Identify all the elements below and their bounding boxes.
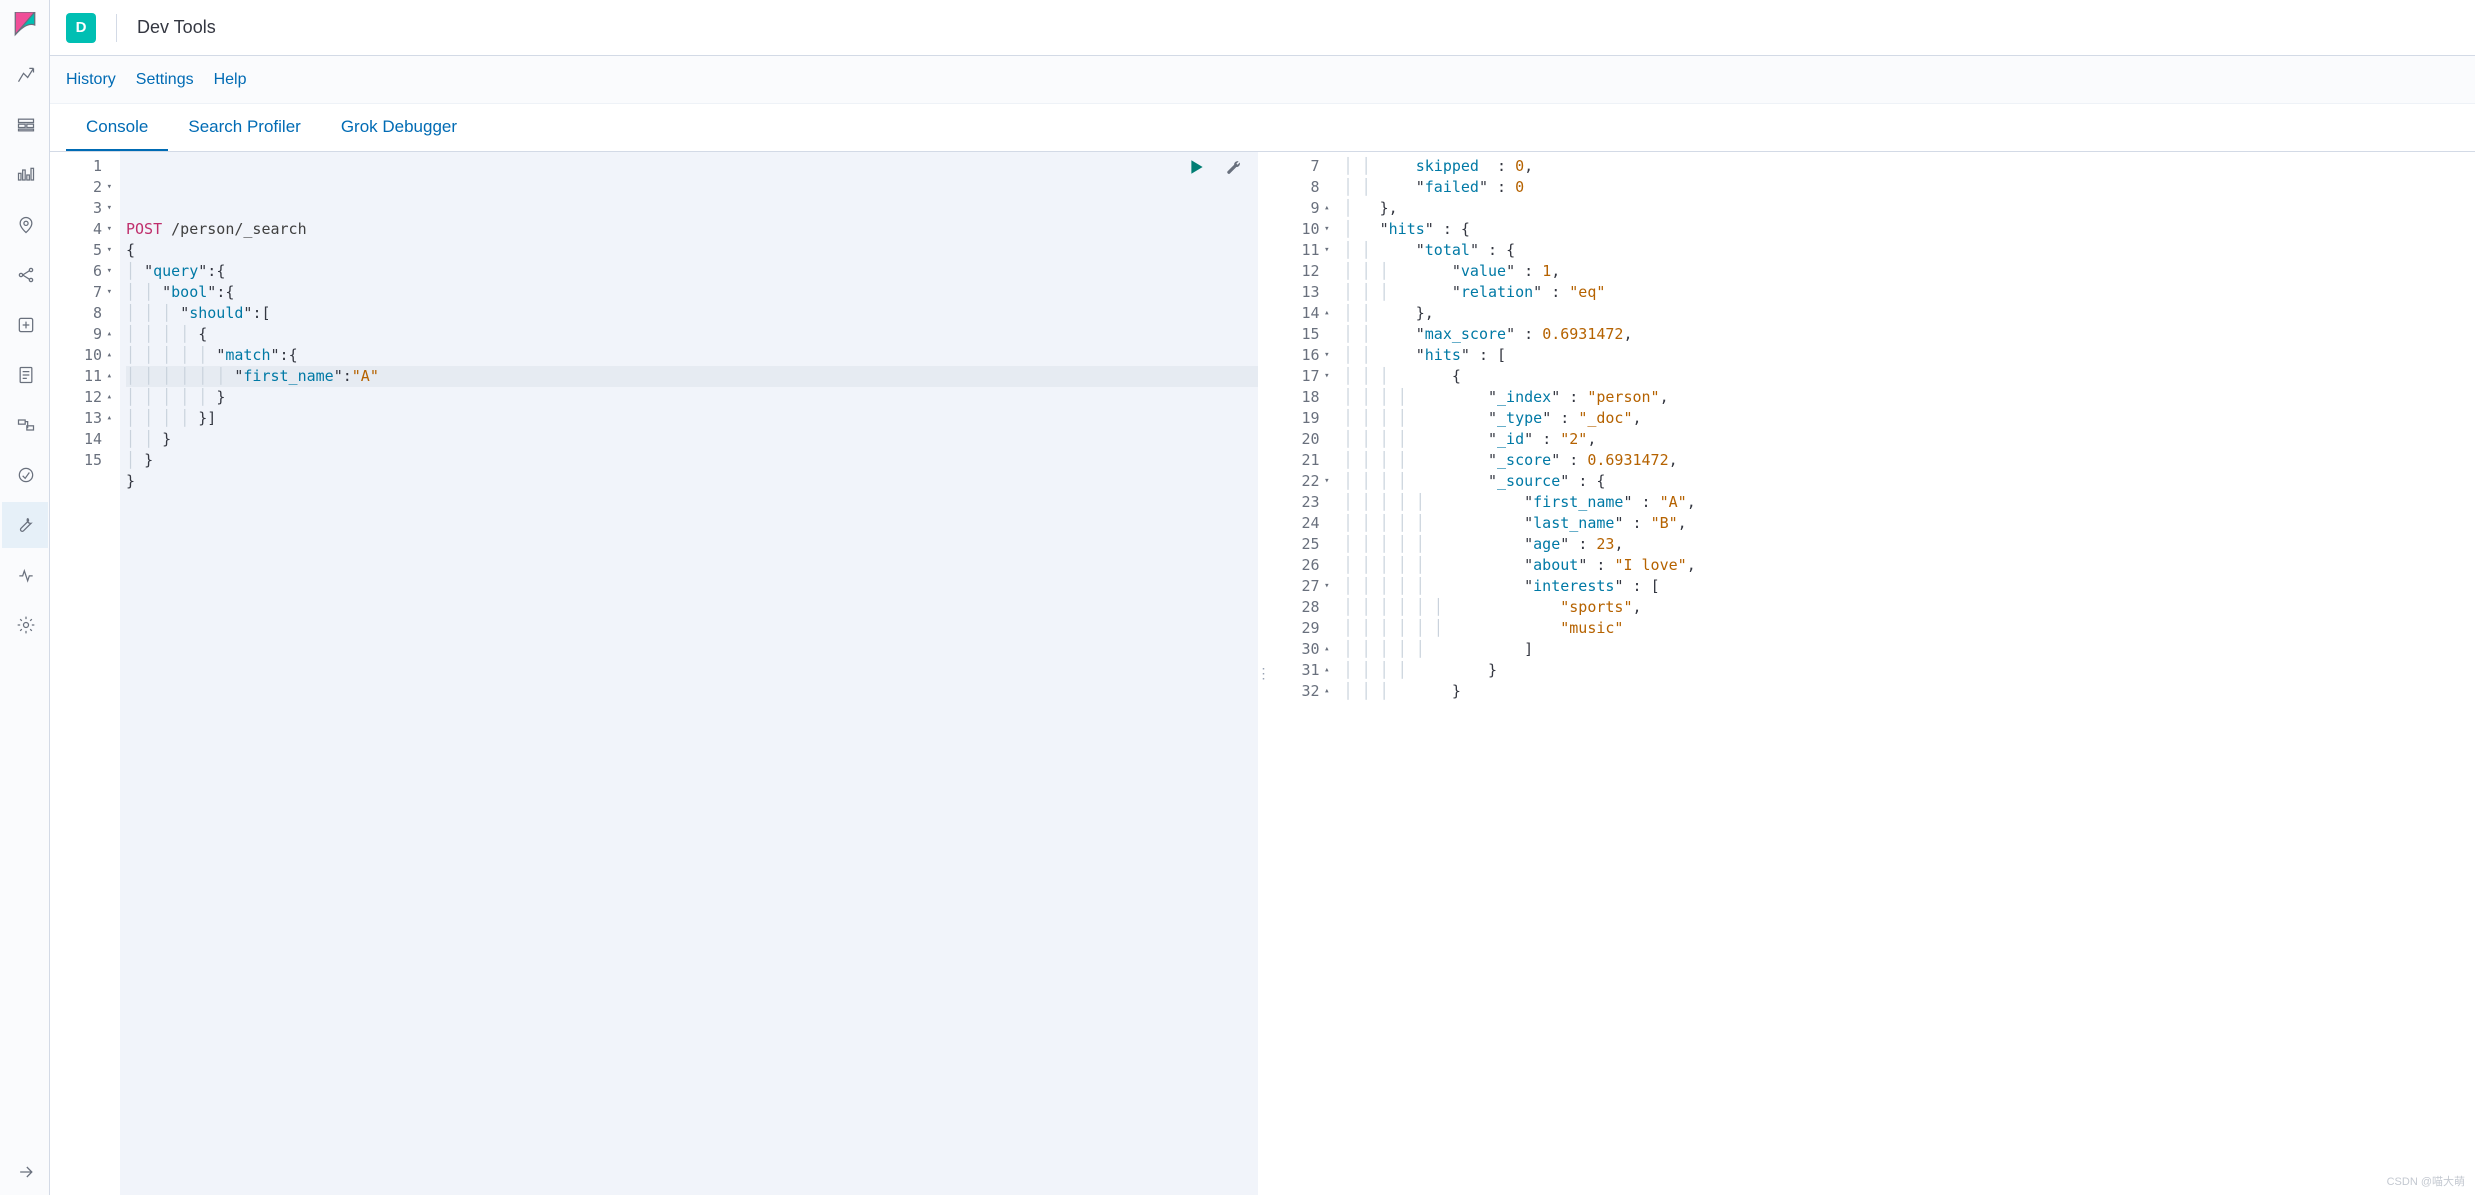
- nav-discover-icon[interactable]: [2, 52, 48, 98]
- nav-collapse-icon[interactable]: [2, 1149, 48, 1195]
- tabs: Console Search Profiler Grok Debugger: [50, 104, 2475, 152]
- nav-uptime-icon[interactable]: [2, 452, 48, 498]
- nav-metrics-icon[interactable]: [2, 302, 48, 348]
- tab-console[interactable]: Console: [66, 105, 168, 151]
- nav-maps-icon[interactable]: [2, 202, 48, 248]
- response-pane: 789▴10▾11▾121314▴1516▾17▾1819202122▾2324…: [1268, 152, 2475, 1195]
- history-link[interactable]: History: [66, 71, 116, 89]
- nav-devtools-icon[interactable]: [2, 502, 48, 548]
- nav-ml-icon[interactable]: [2, 252, 48, 298]
- nav-management-icon[interactable]: [2, 602, 48, 648]
- nav-apm-icon[interactable]: [2, 402, 48, 448]
- request-gutter: 12▾3▾4▾5▾6▾7▾89▴10▴11▴12▴13▴1415: [60, 152, 120, 1195]
- request-options-icon[interactable]: [1224, 158, 1242, 176]
- watermark: CSDN @喵大萌: [2387, 1173, 2465, 1189]
- response-gutter: 789▴10▾11▾121314▴1516▾17▾1819202122▾2324…: [1278, 152, 1338, 1195]
- tab-grok-debugger[interactable]: Grok Debugger: [321, 105, 477, 151]
- kibana-logo-icon: [12, 12, 38, 38]
- page-title: Dev Tools: [137, 17, 216, 38]
- header-bar: D Dev Tools: [50, 0, 2475, 56]
- nav-dashboard-icon[interactable]: [2, 152, 48, 198]
- settings-link[interactable]: Settings: [136, 71, 194, 89]
- send-request-icon[interactable]: [1188, 158, 1206, 176]
- pane-divider[interactable]: ⋮: [1258, 152, 1268, 1195]
- app-badge: D: [66, 13, 96, 43]
- nav-monitoring-icon[interactable]: [2, 552, 48, 598]
- request-pane[interactable]: 12▾3▾4▾5▾6▾7▾89▴10▴11▴12▴13▴1415 POST /p…: [50, 152, 1258, 1195]
- response-viewer[interactable]: │ │ skipped : 0,│ │ "failed" : 0│ },│ "h…: [1338, 152, 2475, 1195]
- tab-search-profiler[interactable]: Search Profiler: [168, 105, 320, 151]
- toolbar: History Settings Help: [50, 56, 2475, 104]
- side-nav: [0, 0, 50, 1195]
- nav-logs-icon[interactable]: [2, 352, 48, 398]
- request-editor[interactable]: POST /person/_search{│ "query":{│ │ "boo…: [120, 152, 1258, 1195]
- nav-visualize-icon[interactable]: [2, 102, 48, 148]
- help-link[interactable]: Help: [214, 71, 247, 89]
